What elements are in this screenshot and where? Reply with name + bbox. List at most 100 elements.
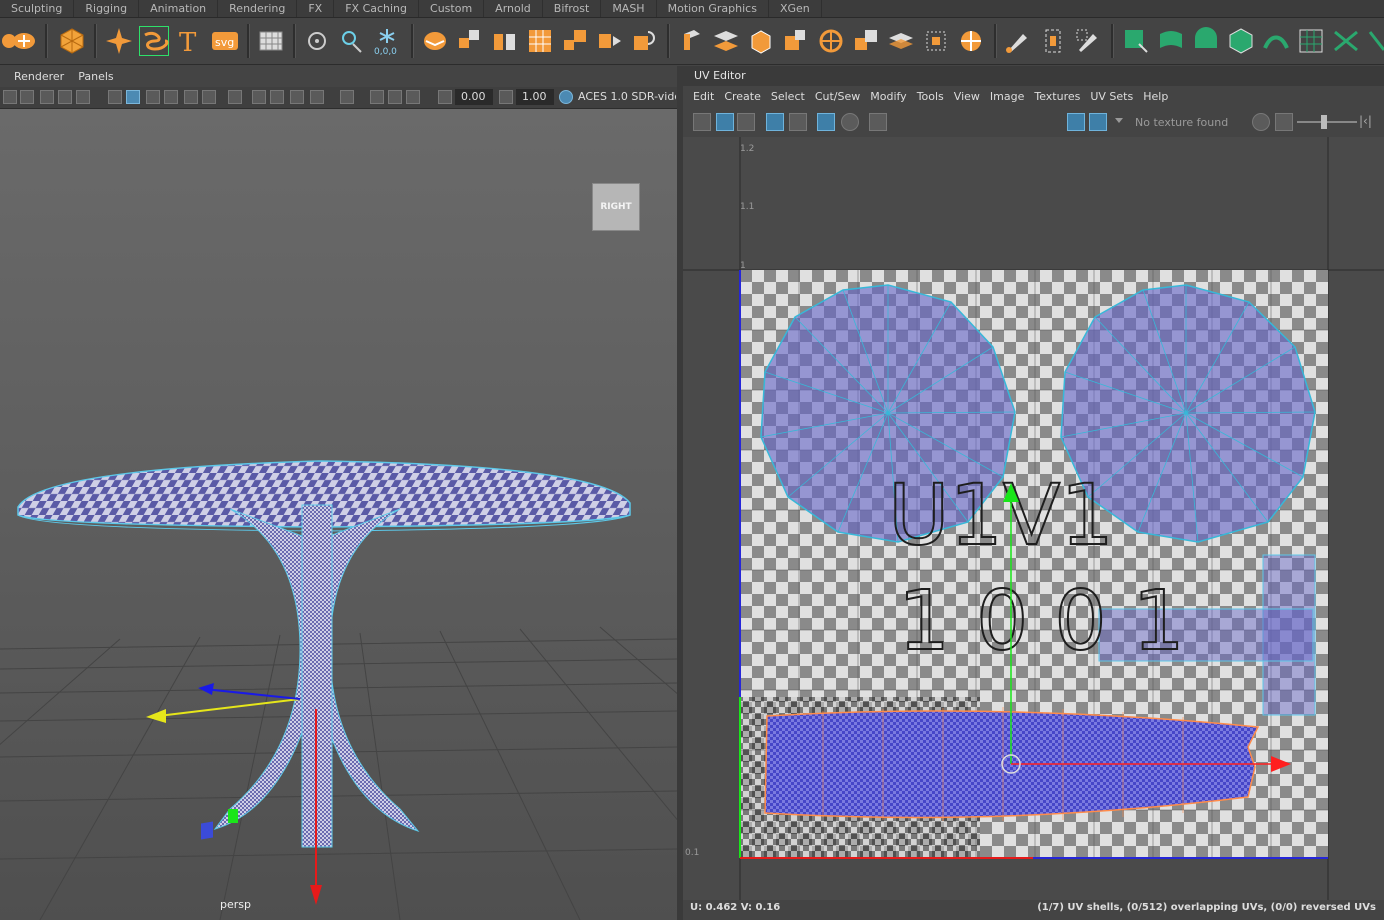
append-icon[interactable] — [816, 26, 846, 56]
uv-cylindrical-icon[interactable] — [1156, 26, 1186, 56]
uv-menu-uvsets[interactable]: UV Sets — [1088, 90, 1141, 103]
color-management-icon[interactable] — [559, 90, 573, 104]
multi-cut-icon[interactable] — [956, 26, 986, 56]
uv-menu-tools[interactable]: Tools — [915, 90, 952, 103]
anti-aliasing-icon[interactable] — [290, 90, 304, 104]
wedge-icon[interactable] — [851, 26, 881, 56]
uv-snapshot-icon[interactable] — [869, 113, 887, 131]
shelf-tab-animation[interactable]: Animation — [139, 0, 219, 17]
merge-icon[interactable] — [921, 26, 951, 56]
uv-pixel-snap-icon[interactable] — [841, 113, 859, 131]
lock-camera-icon[interactable] — [20, 90, 34, 104]
menu-panels[interactable]: Panels — [71, 70, 120, 83]
viewcube[interactable]: RIGHT — [592, 183, 640, 231]
uv-distortion-icon[interactable] — [737, 113, 755, 131]
uv-grid-toggle-icon[interactable] — [789, 113, 807, 131]
default-material-icon[interactable] — [146, 90, 160, 104]
uv-dim-slider-handle[interactable] — [1321, 115, 1327, 129]
extrude-icon[interactable] — [676, 26, 706, 56]
shelf-tab-rendering[interactable]: Rendering — [218, 0, 298, 17]
svg-tool-icon[interactable]: svg — [210, 26, 240, 56]
uv-cut-icon[interactable] — [1331, 26, 1361, 56]
gamma-field[interactable]: 1.00 — [516, 89, 554, 105]
uv-planar-icon[interactable] — [1121, 26, 1151, 56]
shelf-tab-motion-graphics[interactable]: Motion Graphics — [657, 0, 769, 17]
exposure-field[interactable]: 0.00 — [455, 89, 493, 105]
cleanup-icon[interactable] — [630, 26, 660, 56]
shelf-tab-xgen[interactable]: XGen — [769, 0, 822, 17]
gamma-icon[interactable] — [499, 90, 513, 104]
shelf-tab-sculpting[interactable]: Sculpting — [0, 0, 75, 17]
wireframe-icon[interactable] — [108, 90, 122, 104]
collapse-icon[interactable] — [886, 26, 916, 56]
shelf-tab-arnold[interactable]: Arnold — [484, 0, 543, 17]
uv-menu-textures[interactable]: Textures — [1032, 90, 1088, 103]
motion-blur-icon[interactable] — [270, 90, 284, 104]
uv-menu-view[interactable]: View — [952, 90, 988, 103]
uv-texture-borders-icon[interactable] — [766, 113, 784, 131]
uv-menu-select[interactable]: Select — [769, 90, 813, 103]
uv-menu-create[interactable]: Create — [722, 90, 769, 103]
textured-icon[interactable] — [184, 90, 198, 104]
reduce-icon[interactable] — [560, 26, 590, 56]
uv-checkerboard-icon[interactable] — [1089, 113, 1107, 131]
uv-unfold-icon[interactable] — [1261, 26, 1291, 56]
shelf-tab-fx[interactable]: FX — [297, 0, 335, 17]
lights-icon[interactable] — [202, 90, 216, 104]
bookmark-icon[interactable] — [40, 90, 54, 104]
3d-viewport[interactable]: RIGHT persp — [0, 109, 677, 920]
uv-layout-icon[interactable] — [1296, 26, 1326, 56]
image-plane-icon[interactable] — [58, 90, 72, 104]
shelf-tab-mash[interactable]: MASH — [601, 0, 657, 17]
polygon-sphere-icon[interactable] — [57, 26, 87, 56]
uv-bounds-icon[interactable] — [1038, 26, 1068, 56]
sculpt-flatten-icon[interactable] — [9, 26, 39, 56]
bridge-icon[interactable] — [711, 26, 741, 56]
uv-shaded-icon[interactable] — [716, 113, 734, 131]
depth-of-field-icon[interactable] — [310, 90, 324, 104]
chevron-down-icon[interactable] — [1115, 118, 1123, 123]
measure-tool-icon[interactable] — [337, 26, 367, 56]
xray-icon[interactable] — [370, 90, 384, 104]
uv-canvas[interactable]: 1.2 1.1 1 0.1 U1V1 1001 — [683, 137, 1384, 906]
select-camera-icon[interactable] — [3, 90, 17, 104]
uv-image-icon[interactable] — [1275, 113, 1293, 131]
smooth-shade-icon[interactable] — [126, 90, 140, 104]
layer-tool-icon[interactable] — [420, 26, 450, 56]
uv-sew-icon[interactable] — [1366, 26, 1384, 56]
isolate-select-icon[interactable] — [340, 90, 354, 104]
table-leg-left[interactable] — [213, 508, 311, 830]
xray-joints-icon[interactable] — [388, 90, 402, 104]
xray-active-icon[interactable] — [406, 90, 420, 104]
uv-dim-slider[interactable] — [1297, 121, 1357, 123]
shelf-tab-fx-caching[interactable]: FX Caching — [334, 0, 420, 17]
shelf-tab-custom[interactable]: Custom — [419, 0, 485, 17]
uv-auto-icon[interactable] — [1226, 26, 1256, 56]
color-space-label[interactable]: ACES 1.0 SDR-video — [578, 90, 676, 103]
freeze-transform-icon[interactable]: 0,0,0 — [372, 26, 402, 57]
bevel-icon[interactable] — [746, 26, 776, 56]
uv-menu-edit[interactable]: Edit — [683, 90, 722, 103]
toolbar-overflow-icon[interactable]: |‹| — [1359, 114, 1372, 128]
menu-renderer[interactable]: Renderer — [7, 70, 71, 83]
uv-checker-icon[interactable] — [817, 113, 835, 131]
uv-spherical-icon[interactable] — [1191, 26, 1221, 56]
helix-tool-icon[interactable] — [139, 26, 169, 56]
star-tool-icon[interactable] — [104, 26, 134, 56]
uv-menu-help[interactable]: Help — [1141, 90, 1176, 103]
table-leg-right[interactable] — [321, 508, 420, 833]
exposure-icon[interactable] — [438, 90, 452, 104]
edit-uv-icon[interactable] — [1073, 26, 1103, 56]
uv-select-icon[interactable] — [693, 113, 711, 131]
uv-exposure-icon[interactable] — [1252, 113, 1270, 131]
uv-menu-cutsew[interactable]: Cut/Sew — [813, 90, 868, 103]
ambient-occlusion-icon[interactable] — [252, 90, 266, 104]
separate-icon[interactable] — [490, 26, 520, 56]
uv-image-display-icon[interactable] — [1067, 113, 1085, 131]
smooth-icon[interactable] — [525, 26, 555, 56]
shadows-icon[interactable] — [228, 90, 242, 104]
uv-menu-modify[interactable]: Modify — [868, 90, 914, 103]
uv-grid-icon[interactable] — [256, 26, 286, 56]
2d-pan-icon[interactable] — [76, 90, 90, 104]
shelf-tab-rigging[interactable]: Rigging — [74, 0, 140, 17]
